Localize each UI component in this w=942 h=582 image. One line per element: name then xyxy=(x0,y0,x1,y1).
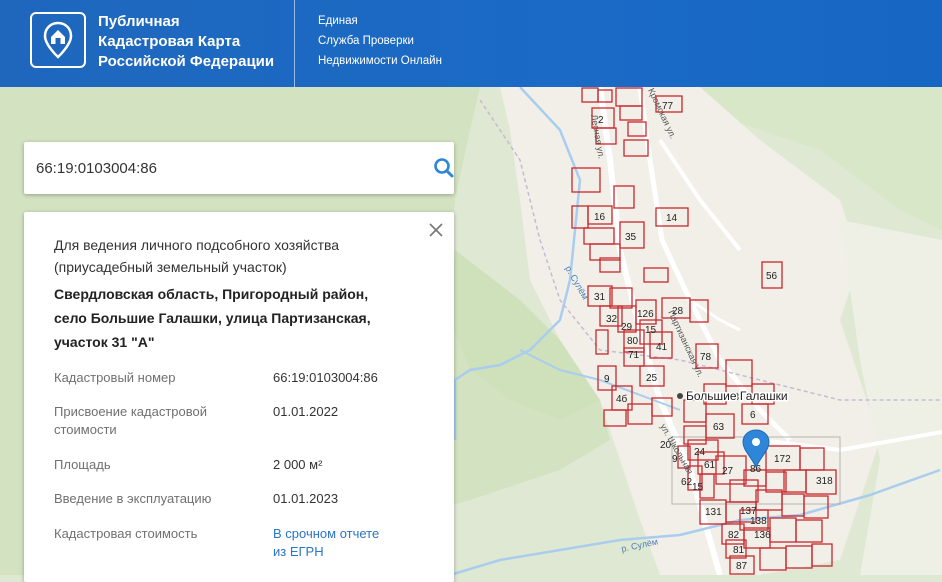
cadastral-number-label: Кадастровый номер xyxy=(54,369,234,387)
cadastral-number-value: 66:19:0103004:86 xyxy=(273,370,378,385)
parcel-number: 31 xyxy=(594,292,606,303)
parcel-number: 35 xyxy=(625,232,637,243)
commissioning-date-value: 01.01.2023 xyxy=(273,491,339,506)
parcel-number: 138 xyxy=(750,516,767,527)
valuation-date-value: 01.01.2022 xyxy=(273,404,339,419)
address-line: участок 31 "А" xyxy=(54,334,155,350)
parcel-number: 82 xyxy=(728,530,740,541)
village-dot xyxy=(677,393,683,399)
marker-center xyxy=(752,438,760,446)
area-label: Площадь xyxy=(54,456,234,474)
parcel-number: 32 xyxy=(606,314,618,325)
parcel-address: Свердловская область, Пригородный район,… xyxy=(54,282,424,354)
parcel-number: 80 xyxy=(627,336,639,347)
search-box xyxy=(24,142,454,194)
address-line: Свердловская область, Пригородный район, xyxy=(54,286,369,302)
property-label-line: Кадастровый номер xyxy=(54,370,176,385)
parcel-number: 16 xyxy=(594,212,606,223)
header-divider xyxy=(294,0,295,87)
parcel-number: 63 xyxy=(713,422,725,433)
parcel-number: 25 xyxy=(646,373,658,384)
parcel-number: 27 xyxy=(722,466,734,477)
commissioning-date-label: Введение в эксплуатацию xyxy=(54,490,234,508)
cadastral-value-label: Кадастровая стоимость xyxy=(54,525,234,543)
brand-line: Публичная xyxy=(98,13,180,30)
search-button[interactable] xyxy=(432,156,456,180)
parcel-number: 136 xyxy=(754,530,771,541)
brand-line: Российской Федерации xyxy=(98,53,275,70)
village-label[interactable]: Большие Галашки xyxy=(685,388,790,405)
service-line: Недвижимости Онлайн xyxy=(318,55,442,67)
parcel-number: 71 xyxy=(628,350,640,361)
parcel-number: 4б xyxy=(616,393,628,405)
parcel-number: 24 xyxy=(694,447,706,458)
area-value: 2 000 м² xyxy=(273,457,323,472)
address-line: село Большие Галашки, улица Партизанская… xyxy=(54,310,371,326)
logo[interactable] xyxy=(30,12,86,68)
parcel-number: 81 xyxy=(733,545,745,556)
service-line: Единая xyxy=(318,15,358,27)
parcel-number: 6 xyxy=(750,410,756,421)
valuation-date-label: Присвоение кадастровой стоимости xyxy=(54,403,234,439)
parcel-number: 15 xyxy=(645,325,657,336)
parcel-number: 318 xyxy=(816,476,833,487)
link-line: В срочном отчете xyxy=(273,526,380,541)
property-label-line: Площадь xyxy=(54,457,111,472)
parcel-number: 172 xyxy=(774,454,791,465)
parcel-number: 29 xyxy=(621,322,633,333)
parcel-number: 131 xyxy=(705,507,722,518)
parcel-number: 14 xyxy=(666,213,678,224)
search-input[interactable] xyxy=(36,154,396,182)
brand-title[interactable]: Публичная Кадастровая Карта Российской Ф… xyxy=(98,12,288,72)
parcel-number: 87 xyxy=(736,561,748,572)
parcel-number: 126 xyxy=(637,309,654,320)
map-pin-house-icon xyxy=(43,21,73,59)
service-line: Служба Проверки xyxy=(318,35,414,47)
close-icon xyxy=(429,223,443,237)
parcel-number: 78 xyxy=(700,352,712,363)
parcel-number: 62 xyxy=(681,477,693,488)
top-header: Публичная Кадастровая Карта Российской Ф… xyxy=(0,0,942,87)
property-label-line: Присвоение кадастровой xyxy=(54,404,208,419)
purpose-line: (приусадебный земельный участок) xyxy=(54,259,287,275)
property-label-line: Введение в эксплуатацию xyxy=(54,491,212,506)
property-label-line: Кадастровая стоимость xyxy=(54,526,198,541)
search-icon xyxy=(434,158,454,178)
purpose-line: Для ведения личного подсобного хозяйства xyxy=(54,237,340,253)
parcel-number: 9 xyxy=(604,374,610,385)
parcel-number: 15 xyxy=(692,482,704,493)
urgent-report-link[interactable]: В срочном отчете из ЕГРН xyxy=(273,525,423,561)
brand-line: Кадастровая Карта xyxy=(98,33,241,50)
land-use-purpose: Для ведения личного подсобного хозяйства… xyxy=(54,234,394,278)
close-button[interactable] xyxy=(428,222,444,238)
property-label-line: стоимости xyxy=(54,422,117,437)
parcel-number: 61 xyxy=(704,460,716,471)
parcel-number: 41 xyxy=(656,342,668,353)
parcel-number: 56 xyxy=(766,271,778,282)
link-line: из ЕГРН xyxy=(273,544,324,559)
service-title[interactable]: Единая Служба Проверки Недвижимости Онла… xyxy=(318,11,442,71)
parcel-info-panel: Для ведения личного подсобного хозяйства… xyxy=(24,212,454,582)
